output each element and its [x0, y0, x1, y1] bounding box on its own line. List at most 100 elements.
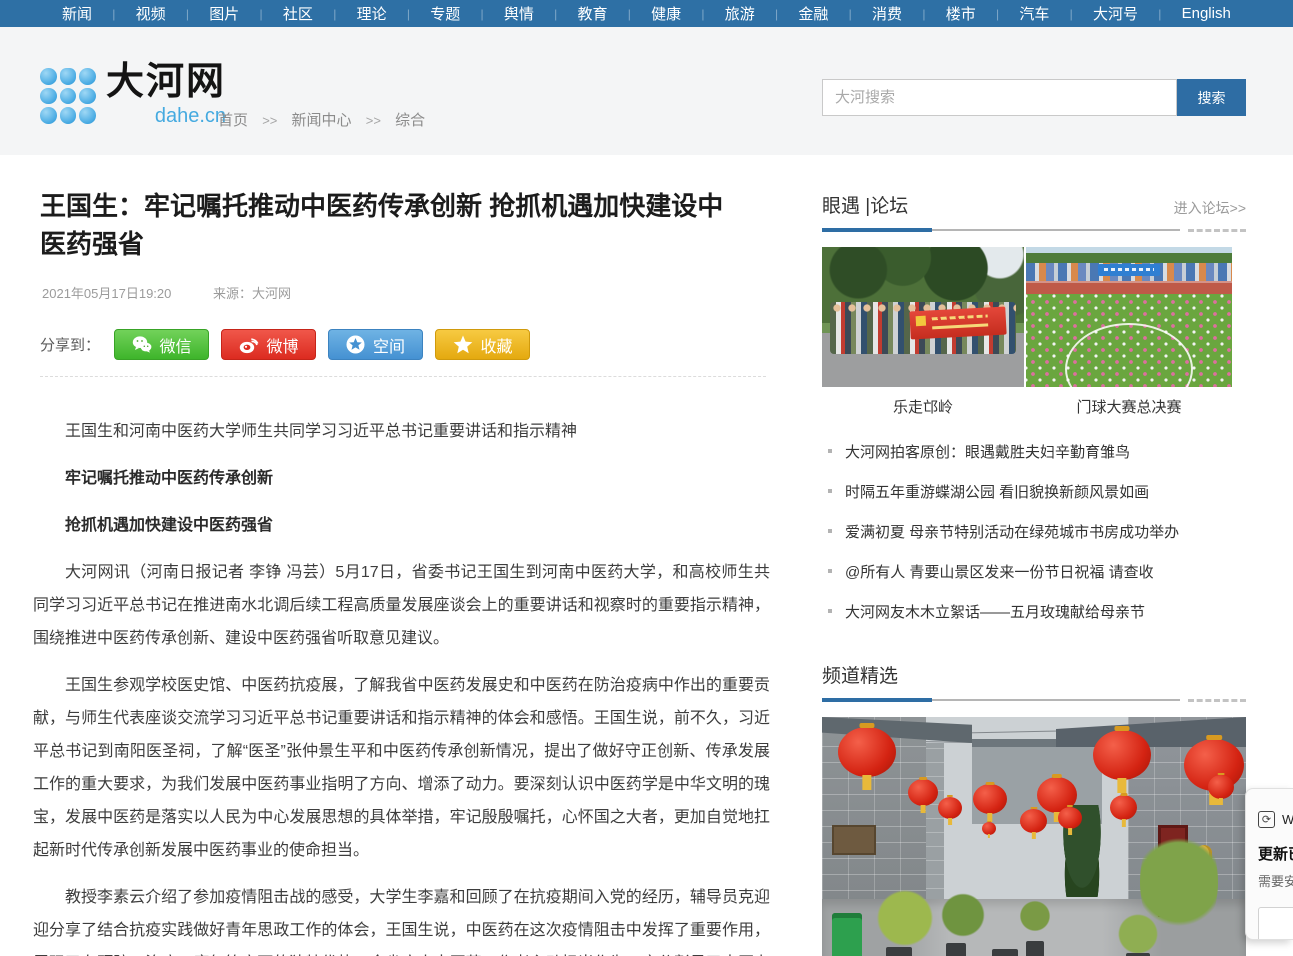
star-icon — [453, 335, 473, 354]
nav-item-video[interactable]: 视频 — [136, 3, 166, 24]
paragraph: 王国生和河南中医药大学师生共同学习习近平总书记重要讲话和指示精神 — [33, 415, 770, 448]
channel-section-title: 频道精选 — [822, 661, 898, 688]
wechat-icon — [132, 336, 152, 353]
photo-caption[interactable]: 门球大赛总决赛 — [1026, 396, 1232, 417]
nav-divider: | — [996, 7, 999, 21]
share-favorite-button[interactable]: 收藏 — [435, 329, 530, 360]
channel-photo-lantern-alley[interactable] — [822, 717, 1246, 956]
flower-pot — [886, 947, 912, 956]
share-qzone-button[interactable]: 空间 — [328, 329, 423, 360]
section-rule — [822, 228, 1246, 232]
plant — [940, 887, 986, 943]
nav-item-health[interactable]: 健康 — [651, 3, 681, 24]
nav-item-travel[interactable]: 旅游 — [725, 3, 755, 24]
nav-divider: | — [407, 7, 410, 21]
breadcrumb-separator: >> — [262, 113, 277, 128]
nav-item-pictures[interactable]: 图片 — [209, 3, 239, 24]
red-banner — [909, 307, 1006, 340]
share-bar: 分享到： 微信 微博 空间 — [40, 329, 766, 377]
list-item[interactable]: 大河网友木木立絮话——五月玫瑰献给母亲节 — [822, 591, 1246, 631]
bullet-icon — [828, 569, 832, 573]
forum-photo-gateball[interactable] — [1026, 247, 1232, 387]
share-wechat-label: 微信 — [160, 333, 192, 357]
list-item[interactable]: 时隔五年重游蝶湖公园 看旧貌换新颜风景如画 — [822, 471, 1246, 511]
nav-divider: | — [260, 7, 263, 21]
enter-forum-link[interactable]: 进入论坛>> — [1174, 198, 1246, 218]
plant — [874, 883, 936, 953]
article-date: 2021年05月17日19:20 — [42, 286, 171, 301]
paragraph-subhead: 牢记嘱托推动中医药传承创新 — [33, 462, 770, 495]
toast-subtitle: 需要安 — [1258, 871, 1293, 890]
lantern-icon — [973, 784, 1007, 814]
bullet-icon — [828, 489, 832, 493]
list-item[interactable]: 大河网拍客原创：眼遇戴胜夫妇辛勤育雏鸟 — [822, 431, 1246, 471]
forum-section-title: 眼遇 |论坛 — [822, 191, 908, 218]
breadcrumb: 首页 >> 新闻中心 >> 综合 — [218, 109, 425, 130]
nav-item-news[interactable]: 新闻 — [62, 3, 92, 24]
headline-text: 时隔五年重游蝶湖公园 看旧貌换新颜风景如画 — [845, 481, 1149, 502]
lantern-icon — [1208, 775, 1234, 799]
nav-item-education[interactable]: 教育 — [577, 3, 607, 24]
list-item[interactable]: @所有人 青要山景区发来一份节日祝福 请查收 — [822, 551, 1246, 591]
toast-action-button[interactable] — [1258, 907, 1293, 940]
running-track — [1026, 281, 1232, 294]
lantern-icon — [1058, 807, 1082, 829]
nav-item-community[interactable]: 社区 — [283, 3, 313, 24]
article-meta: 2021年05月17日19:20 来源：大河网 — [42, 283, 770, 302]
field-circle — [1065, 323, 1193, 387]
nav-item-topics[interactable]: 专题 — [430, 3, 460, 24]
nav-item-property[interactable]: 楼市 — [946, 3, 976, 24]
nav-item-theory[interactable]: 理论 — [357, 3, 387, 24]
search-input[interactable] — [822, 79, 1177, 116]
headline-text: 爱满初夏 母亲节特别活动在绿苑城市书房成功举办 — [845, 521, 1179, 542]
bullet-icon — [828, 529, 832, 533]
lantern-icon — [838, 727, 896, 777]
nav-divider: | — [628, 7, 631, 21]
qzone-icon — [346, 335, 365, 354]
article-column: 王国生：牢记嘱托推动中医药传承创新 抢抓机遇加快建设中医药强省 2021年05月… — [30, 155, 770, 956]
photo-caption[interactable]: 乐走邙岭 — [822, 396, 1024, 417]
article-title: 王国生：牢记嘱托推动中医药传承创新 抢抓机遇加快建设中医药强省 — [40, 187, 746, 263]
nav-item-finance[interactable]: 金融 — [798, 3, 828, 24]
nav-divider: | — [775, 7, 778, 21]
logo-domain: dahe.cn — [106, 106, 226, 126]
main-content: 王国生：牢记嘱托推动中医药传承创新 抢抓机遇加快建设中医药强省 2021年05月… — [0, 155, 1293, 956]
nav-item-opinion[interactable]: 舆情 — [504, 3, 534, 24]
lantern-icon — [1020, 809, 1047, 833]
share-wechat-button[interactable]: 微信 — [114, 329, 209, 360]
article-body: 王国生和河南中医药大学师生共同学习习近平总书记重要讲话和指示精神 牢记嘱托推动中… — [33, 415, 770, 956]
nav-divider: | — [554, 7, 557, 21]
masthead: 大河网 dahe.cn 首页 >> 新闻中心 >> 综合 搜索 — [0, 27, 1293, 155]
share-weibo-button[interactable]: 微博 — [221, 329, 316, 360]
breadcrumb-news-center[interactable]: 新闻中心 — [292, 112, 352, 129]
forum-section: 眼遇 |论坛 进入论坛>> — [822, 191, 1246, 631]
nav-item-consume[interactable]: 消费 — [872, 3, 902, 24]
paragraph-subhead: 抢抓机遇加快建设中医药强省 — [33, 509, 770, 542]
source-value: 大河网 — [252, 286, 291, 301]
paragraph: 王国生参观学校医史馆、中医药抗疫展，了解我省中医药发展史和中医药在防治疫病中作出… — [33, 669, 770, 867]
headline-text: @所有人 青要山景区发来一份节日祝福 请查收 — [845, 561, 1154, 582]
flower-pot — [946, 943, 966, 956]
nav-divider: | — [922, 7, 925, 21]
lantern-icon — [938, 797, 962, 819]
section-rule — [822, 698, 1246, 702]
lantern-icon — [1093, 730, 1151, 780]
dahe-logo-icon — [40, 68, 96, 124]
breadcrumb-separator: >> — [366, 113, 381, 128]
windows-update-toast[interactable]: ⟳ Wi 更新已 需要安 — [1245, 788, 1293, 940]
breadcrumb-category[interactable]: 综合 — [395, 112, 425, 129]
top-navigation: 新闻| 视频| 图片| 社区| 理论| 专题| 舆情| 教育| 健康| 旅游| … — [0, 0, 1293, 27]
lantern-icon — [1110, 795, 1137, 820]
list-item[interactable]: 爱满初夏 母亲节特别活动在绿苑城市书房成功举办 — [822, 511, 1246, 551]
channel-section: 频道精选 — [822, 661, 1246, 956]
paragraph: 教授李素云介绍了参加疫情阻击战的感受，大学生李嘉和回顾了在抗疫期间入党的经历，辅… — [33, 881, 770, 956]
nav-item-english[interactable]: English — [1182, 5, 1231, 22]
nav-item-auto[interactable]: 汽车 — [1019, 3, 1049, 24]
nav-divider: | — [1070, 7, 1073, 21]
forum-photo-hiking[interactable] — [822, 247, 1024, 387]
search-button[interactable]: 搜索 — [1177, 79, 1246, 116]
site-logo[interactable]: 大河网 dahe.cn — [40, 60, 226, 126]
breadcrumb-home[interactable]: 首页 — [218, 112, 248, 129]
nav-item-dahehao[interactable]: 大河号 — [1093, 3, 1138, 24]
headline-text: 大河网拍客原创：眼遇戴胜夫妇辛勤育雏鸟 — [845, 441, 1130, 462]
